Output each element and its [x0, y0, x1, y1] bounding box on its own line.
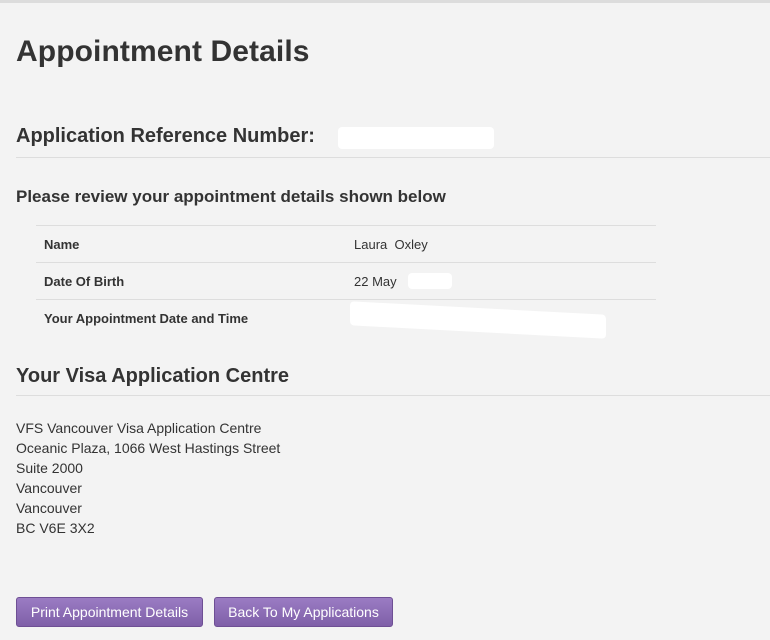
visa-centre-address: VFS Vancouver Visa Application Centre Oc…	[16, 418, 280, 538]
back-to-my-applications-button[interactable]: Back To My Applications	[214, 597, 393, 627]
details-value: Laura Oxley	[354, 237, 428, 252]
reference-number-label: Application Reference Number:	[16, 125, 315, 147]
visa-centre-heading-row: Your Visa Application Centre	[16, 363, 770, 396]
address-line: Oceanic Plaza, 1066 West Hastings Street	[16, 440, 281, 456]
review-heading: Please review your appointment details s…	[16, 187, 446, 206]
details-value: 22 May	[354, 274, 397, 289]
redacted-birth-year	[408, 273, 452, 289]
details-label: Your Appointment Date and Time	[44, 311, 249, 326]
details-row-name: Name Laura Oxley	[36, 226, 656, 263]
appointment-details-page: Appointment Details Application Referenc…	[0, 0, 770, 640]
print-appointment-details-button[interactable]: Print Appointment Details	[16, 597, 203, 627]
address-line: BC V6E 3X2	[16, 520, 95, 536]
details-label: Name	[44, 237, 80, 252]
appointment-details-table: Name Laura Oxley Date Of Birth 22 May Yo…	[36, 225, 656, 340]
visa-centre-heading: Your Visa Application Centre	[16, 365, 290, 387]
details-label: Date Of Birth	[44, 274, 125, 289]
address-line: Vancouver	[16, 480, 82, 496]
reference-number-row: Application Reference Number:	[16, 123, 770, 158]
redacted-appointment-datetime	[350, 301, 606, 339]
redacted-reference-number	[338, 127, 494, 149]
page-title: Appointment Details	[16, 35, 310, 68]
address-line: VFS Vancouver Visa Application Centre	[16, 420, 262, 436]
address-line: Vancouver	[16, 500, 82, 516]
address-line: Suite 2000	[16, 460, 83, 476]
details-row-appointment-datetime: Your Appointment Date and Time	[36, 300, 656, 340]
details-row-date-of-birth: Date Of Birth 22 May	[36, 263, 656, 300]
